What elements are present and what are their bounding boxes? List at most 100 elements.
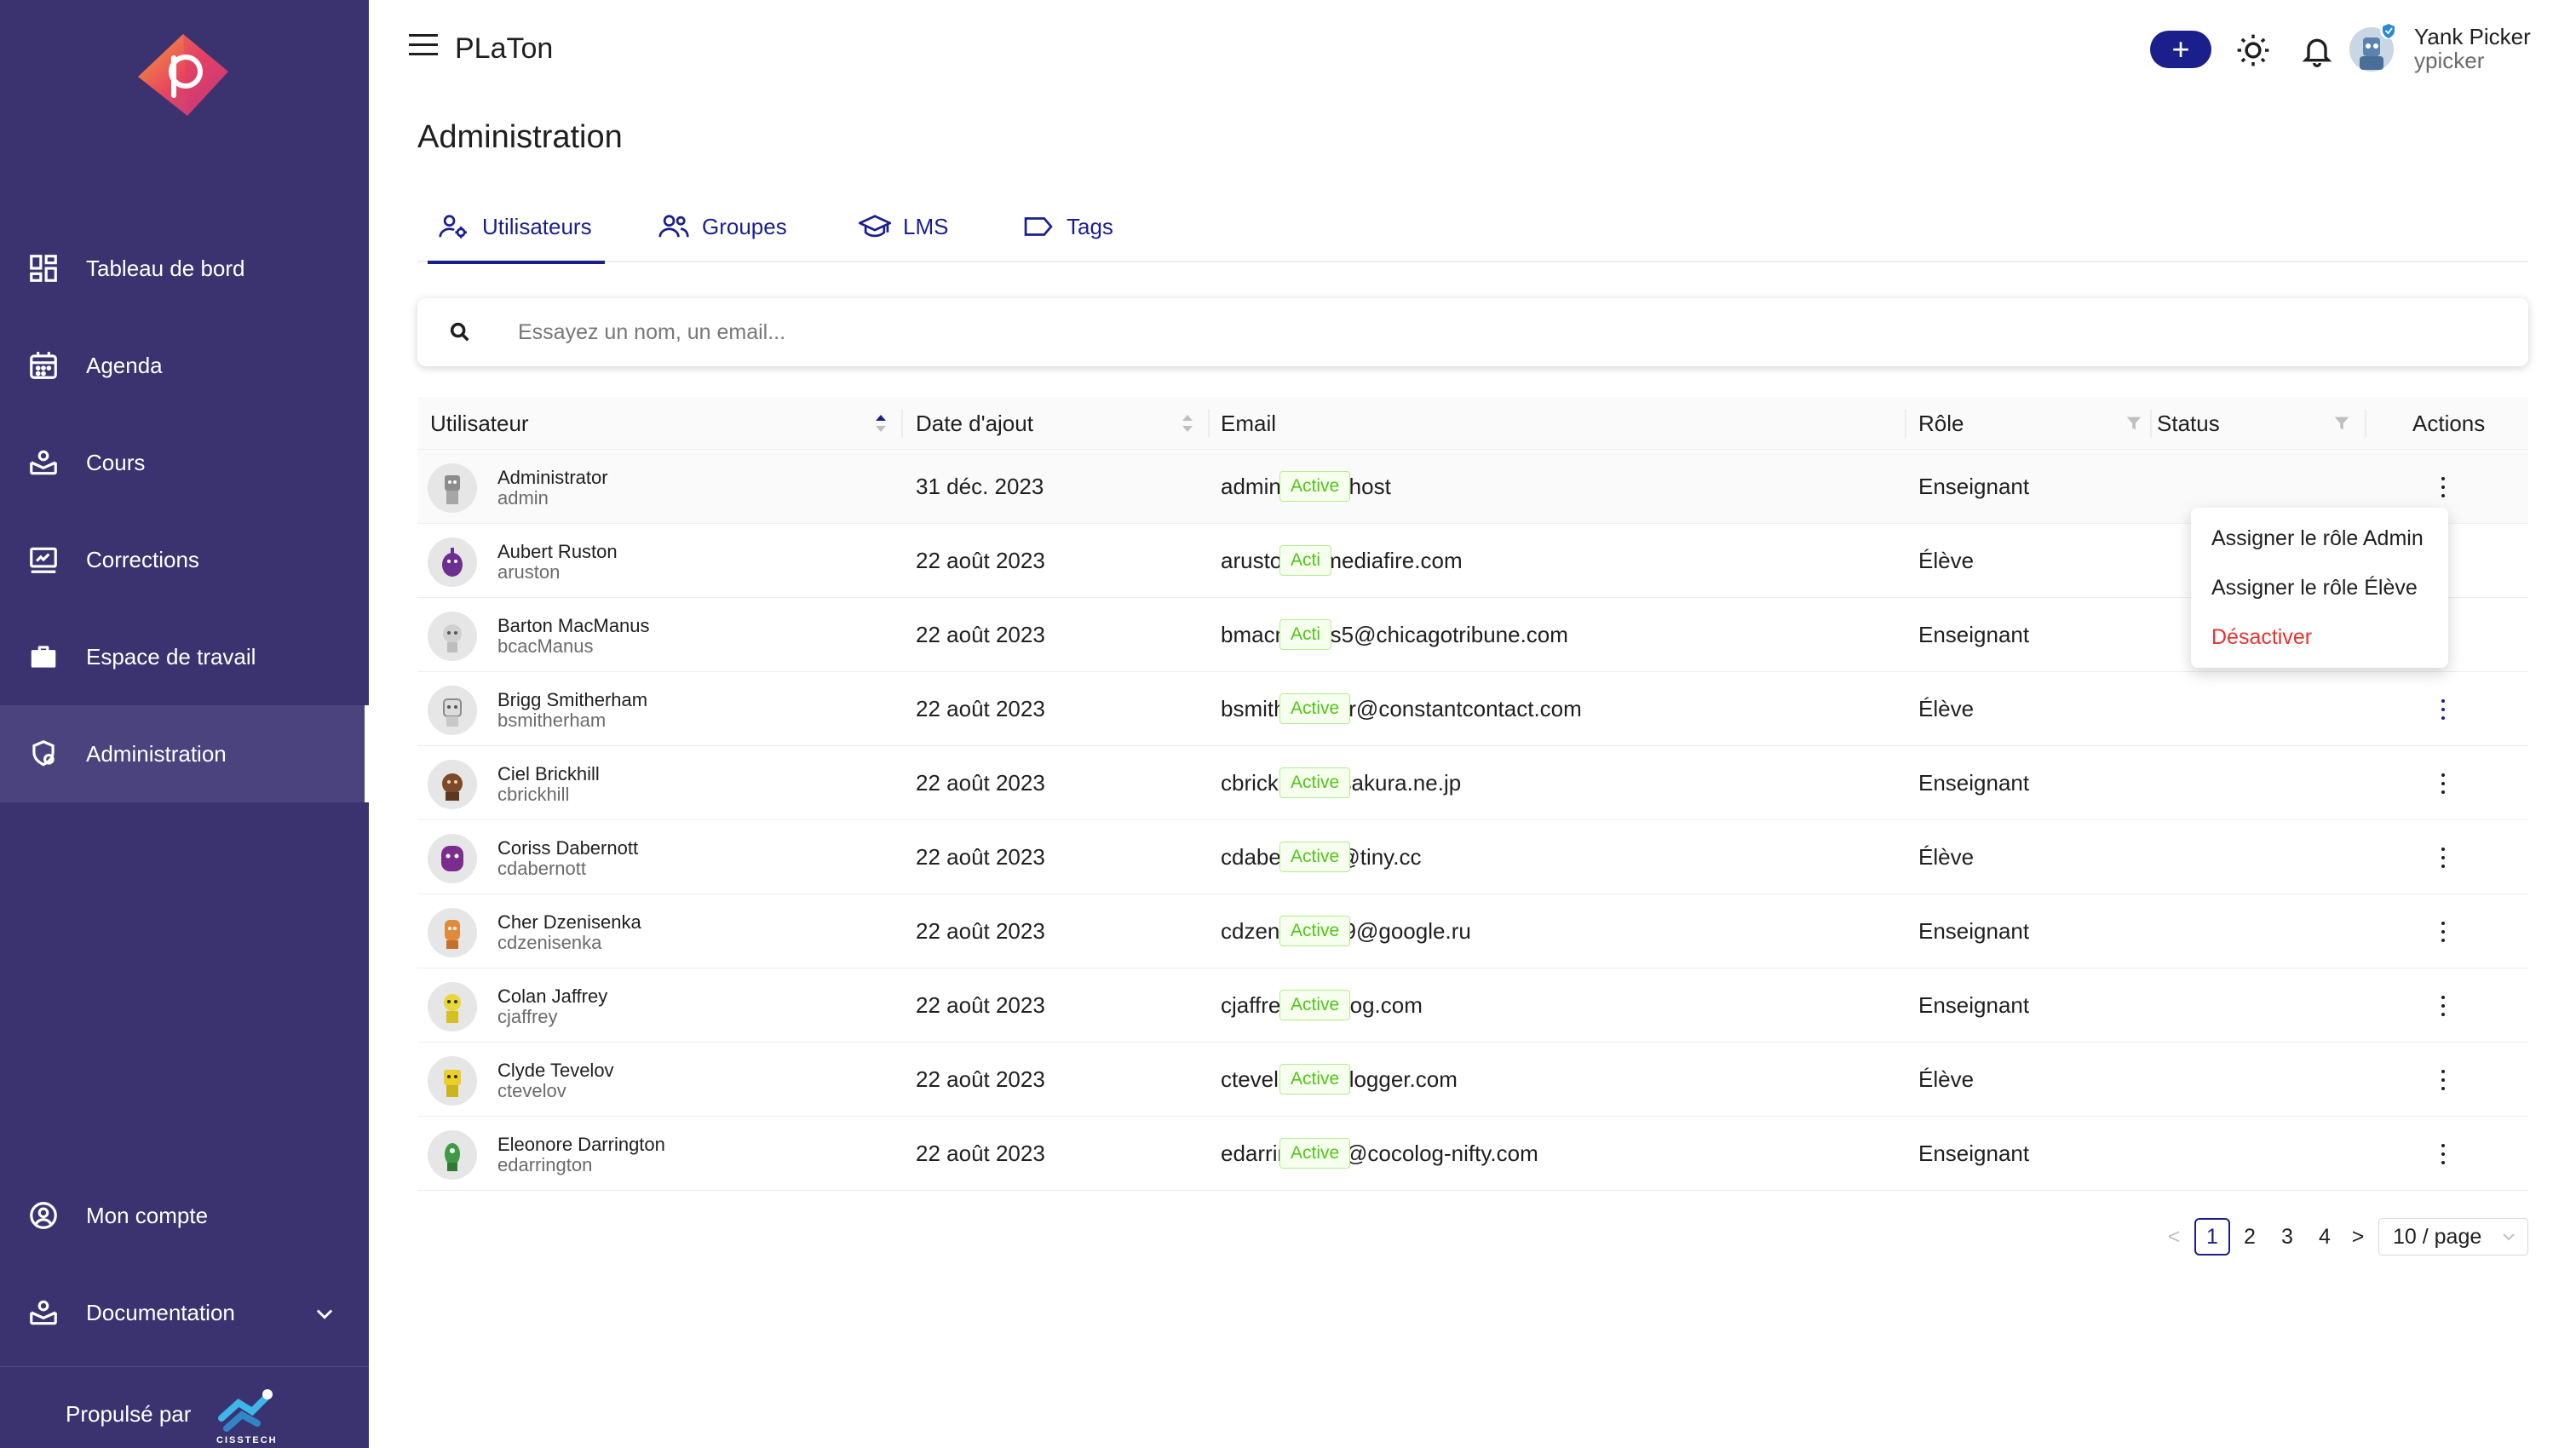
status-badge: Acti xyxy=(1279,545,1332,576)
chevron-down-icon[interactable] xyxy=(313,1301,336,1325)
date-cell: 22 août 2023 xyxy=(916,622,1045,647)
tab-lms[interactable]: LMS xyxy=(859,191,969,262)
column-separator xyxy=(901,409,903,438)
column-user[interactable]: Utilisateur xyxy=(430,397,529,450)
user-login: cjaffrey xyxy=(497,1006,558,1027)
email-cell: arustonf@mediafire.com xyxy=(1221,548,1463,573)
sidebar-item-courses[interactable]: Cours xyxy=(0,414,369,511)
groups-icon xyxy=(658,215,689,238)
calendar-icon xyxy=(30,352,57,379)
status-badge: Active xyxy=(1279,767,1351,798)
filter-icon[interactable] xyxy=(2332,414,2351,433)
filter-icon[interactable] xyxy=(2125,414,2143,433)
table-row[interactable]: Brigg Smitherham bsmitherham 22 août 202… xyxy=(417,672,2528,746)
next-page-button[interactable]: > xyxy=(2348,1218,2368,1256)
sidebar-item-documentation[interactable]: Documentation xyxy=(0,1264,369,1361)
user-name: Coriss Dabernott xyxy=(497,837,639,859)
user-name: Eleonore Darrington xyxy=(497,1134,665,1155)
chevron-down-icon xyxy=(2503,1233,2515,1241)
status-badge: Active xyxy=(1279,1064,1351,1095)
bell-icon[interactable] xyxy=(2300,32,2334,68)
user-name: Cher Dzenisenka xyxy=(497,911,641,933)
more-actions-icon[interactable] xyxy=(2431,770,2455,797)
status-badge: Active xyxy=(1279,916,1351,946)
email-cell: bmacmanus5@chicagotribune.com xyxy=(1221,622,1568,647)
page-size-value: 10 / page xyxy=(2393,1224,2482,1249)
sidebar-item-corrections[interactable]: Corrections xyxy=(0,511,369,608)
table-row[interactable]: Cher Dzenisenka cdzenisenka 22 août 2023… xyxy=(417,894,2528,968)
role-cell: Enseignant xyxy=(1918,474,2030,499)
users-settings-icon xyxy=(439,215,467,238)
column-separator xyxy=(2150,409,2152,438)
tab-groups[interactable]: Groupes xyxy=(658,191,811,262)
column-date[interactable]: Date d'ajout xyxy=(916,397,1033,450)
tab-label: Utilisateurs xyxy=(482,213,592,239)
table-row[interactable]: Clyde Tevelov ctevelov 22 août 2023 ctev… xyxy=(417,1043,2528,1117)
role-cell: Enseignant xyxy=(1918,770,2030,796)
more-actions-icon[interactable] xyxy=(2431,1066,2455,1094)
status-badge: Active xyxy=(1279,990,1351,1020)
column-status: Status xyxy=(2157,410,2220,436)
sidebar-item-dashboard[interactable]: Tableau de bord xyxy=(0,220,369,317)
user-name: Colan Jaffrey xyxy=(497,985,608,1007)
more-actions-icon[interactable] xyxy=(2431,992,2455,1020)
date-cell: 22 août 2023 xyxy=(916,696,1045,721)
email-cell: bsmitherhamr@constantcontact.com xyxy=(1221,696,1582,721)
avatar xyxy=(428,1056,477,1106)
search-input[interactable] xyxy=(518,312,2477,353)
user-login: edarrington xyxy=(497,1154,593,1175)
sidebar-item-label: Cours xyxy=(86,449,146,475)
sidebar-item-label: Administration xyxy=(86,740,227,767)
tab-tags[interactable]: Tags xyxy=(1022,191,1133,262)
account-icon xyxy=(30,1202,57,1229)
page-3-button[interactable]: 3 xyxy=(2269,1218,2305,1256)
date-cell: 22 août 2023 xyxy=(916,548,1045,573)
assign-admin-role-item[interactable]: Assigner le rôle Admin xyxy=(2211,526,2424,551)
tab-label: Tags xyxy=(1067,213,1113,239)
more-actions-icon[interactable] xyxy=(2431,918,2455,945)
app-title[interactable]: PLaTon xyxy=(455,32,553,66)
brand-text: CISSTECH xyxy=(216,1435,278,1445)
date-cell: 22 août 2023 xyxy=(916,770,1045,796)
user-name: Administrator xyxy=(497,467,608,488)
user-login: ypicker xyxy=(2414,48,2485,73)
tag-icon xyxy=(1024,217,1053,236)
search-icon xyxy=(450,322,469,342)
page-2-button[interactable]: 2 xyxy=(2232,1218,2268,1256)
sidebar-item-label: Agenda xyxy=(86,352,163,378)
sidebar-item-account[interactable]: Mon compte xyxy=(0,1167,369,1264)
sidebar-item-agenda[interactable]: Agenda xyxy=(0,317,369,414)
sort-icon[interactable] xyxy=(874,412,888,434)
admin-icon xyxy=(32,740,55,767)
prev-page-button[interactable]: < xyxy=(2164,1218,2184,1256)
sidebar-item-administration[interactable]: Administration xyxy=(0,705,369,802)
tab-users[interactable]: Utilisateurs xyxy=(428,191,605,264)
email-cell: edarringtono@cocolog-nifty.com xyxy=(1221,1141,1538,1166)
deactivate-item[interactable]: Désactiver xyxy=(2211,625,2312,650)
page-size-select[interactable]: 10 / page xyxy=(2378,1218,2528,1256)
table-row[interactable]: Ciel Brickhill cbrickhill 22 août 2023 c… xyxy=(417,746,2528,820)
page-4-button[interactable]: 4 xyxy=(2307,1218,2343,1256)
sidebar-item-label: Mon compte xyxy=(86,1202,209,1228)
more-actions-icon[interactable] xyxy=(2431,1141,2455,1168)
platon-logo[interactable] xyxy=(135,32,232,118)
page-1-button[interactable]: 1 xyxy=(2194,1218,2230,1256)
sidebar-item-workspace[interactable]: Espace de travail xyxy=(0,608,369,705)
user-avatar[interactable] xyxy=(2348,20,2399,73)
more-actions-icon[interactable] xyxy=(2431,474,2455,501)
date-cell: 22 août 2023 xyxy=(916,1141,1045,1166)
table-row[interactable]: Coriss Dabernott cdabernott 22 août 2023… xyxy=(417,820,2528,894)
add-button[interactable]: + xyxy=(2150,31,2211,68)
dashboard-icon xyxy=(30,255,57,282)
status-badge: Acti xyxy=(1279,619,1332,650)
menu-icon[interactable] xyxy=(407,31,441,60)
more-actions-icon[interactable] xyxy=(2431,844,2455,871)
sort-icon[interactable] xyxy=(1181,412,1194,434)
table-row[interactable]: Eleonore Darrington edarrington 22 août … xyxy=(417,1117,2528,1191)
sun-icon[interactable] xyxy=(2235,32,2271,68)
more-actions-icon[interactable] xyxy=(2431,696,2455,723)
user-name[interactable]: Yank Picker xyxy=(2414,24,2531,50)
sidebar-footer: Propulsé par CISSTECH xyxy=(0,1366,369,1448)
table-row[interactable]: Colan Jaffrey cjaffrey 22 août 2023 cjaf… xyxy=(417,968,2528,1043)
assign-student-role-item[interactable]: Assigner le rôle Élève xyxy=(2211,576,2418,600)
